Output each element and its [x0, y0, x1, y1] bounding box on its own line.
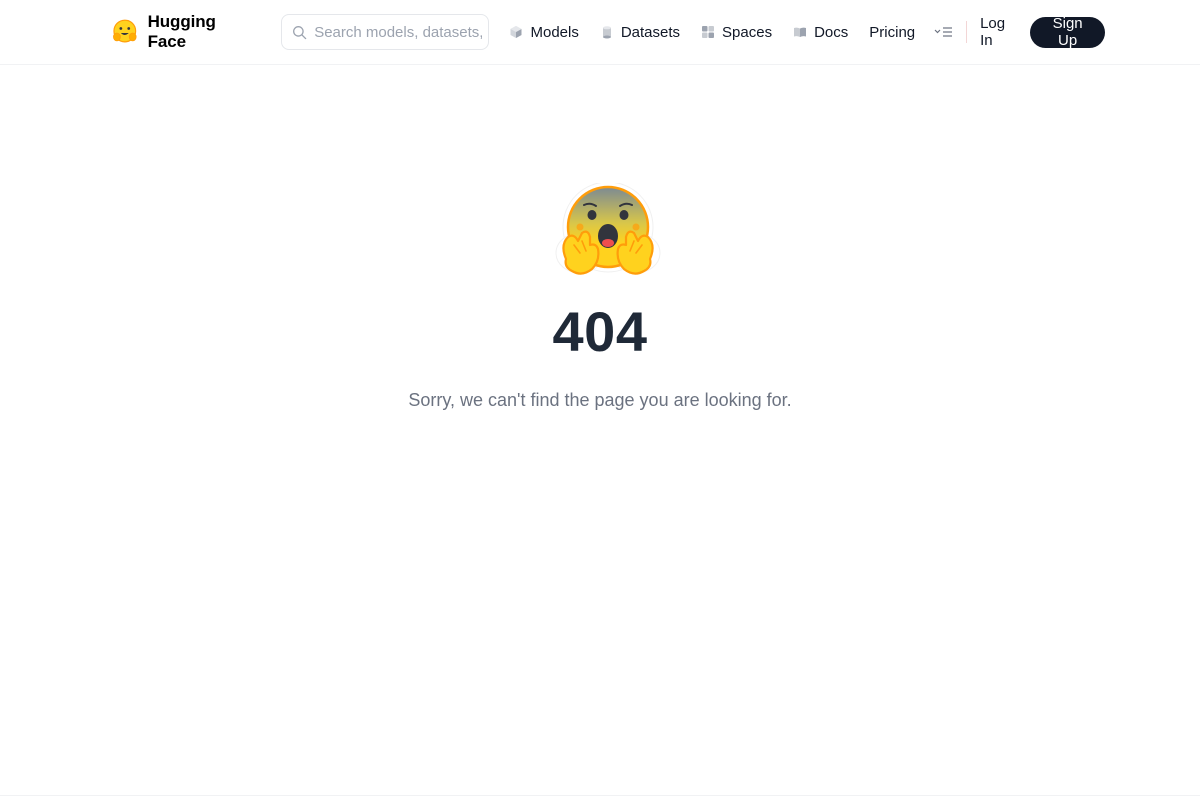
- nav-item-docs[interactable]: Docs: [793, 24, 848, 41]
- hugging-face-logo-icon: [113, 19, 137, 43]
- signup-button[interactable]: Sign Up: [1030, 15, 1106, 49]
- scared-face-icon: [555, 181, 661, 275]
- nav-item-datasets[interactable]: Datasets: [600, 24, 680, 41]
- book-icon: [794, 27, 807, 37]
- login-link[interactable]: Log In: [980, 15, 1018, 49]
- nav-item-models[interactable]: Models: [509, 23, 579, 41]
- top-navbar: Hugging Face Models: [0, 0, 1200, 65]
- cube-icon: [510, 26, 522, 38]
- nav-divider: [966, 21, 968, 43]
- database-icon: [602, 26, 611, 39]
- menu-more-icon: [934, 27, 953, 37]
- brand-name: Hugging Face: [147, 12, 216, 51]
- nav-label-models: Models: [530, 23, 579, 41]
- nav-label-docs: Docs: [814, 23, 849, 41]
- footer-divider: [0, 795, 1200, 796]
- nav-label-pricing: Pricing: [869, 23, 916, 41]
- search-box[interactable]: [281, 14, 490, 50]
- nav-label-datasets: Datasets: [620, 23, 681, 41]
- nav-label-spaces: Spaces: [722, 23, 773, 41]
- brand-link[interactable]: Hugging Face: [111, 12, 257, 52]
- error-code: 404: [552, 300, 648, 363]
- nav-item-spaces[interactable]: Spaces: [701, 24, 772, 41]
- search-input[interactable]: [314, 23, 483, 41]
- scared-hugging-face-emoji: [552, 181, 664, 283]
- error-page: 404 Sorry, we can't find the page you ar…: [0, 65, 1200, 795]
- navbar-inner: Hugging Face Models: [111, 0, 1106, 64]
- error-message: Sorry, we can't find the page you are lo…: [408, 390, 792, 410]
- main-nav: Models Datasets Spaces Docs Pricing Log …: [509, 15, 1106, 49]
- grid-icon: [702, 26, 715, 38]
- search-icon: [293, 25, 307, 39]
- more-menu-button[interactable]: [934, 26, 954, 38]
- nav-item-pricing[interactable]: Pricing: [869, 24, 915, 41]
